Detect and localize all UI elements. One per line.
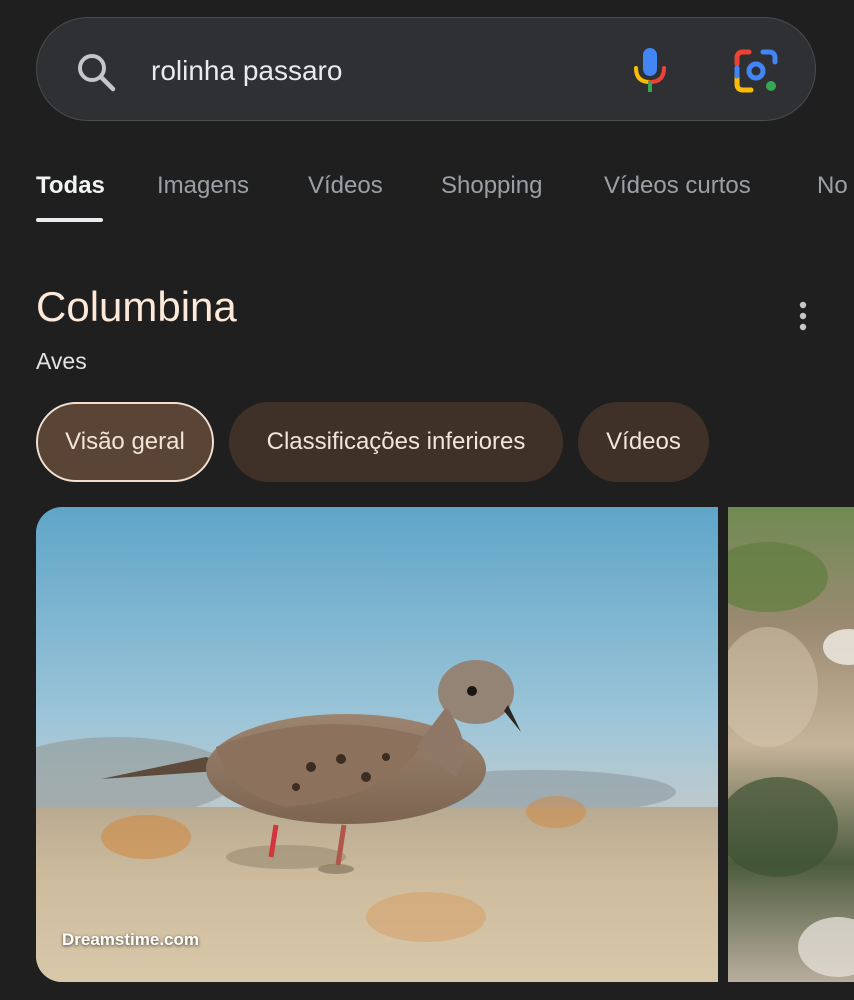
search-tabs: Todas Imagens Vídeos Shopping Vídeos cur…: [0, 160, 854, 230]
tab-videos-curtos[interactable]: Vídeos curtos: [604, 172, 751, 200]
tab-todas[interactable]: Todas: [36, 172, 105, 200]
tab-noticias-partial[interactable]: No: [817, 172, 848, 200]
search-input[interactable]: rolinha passaro: [151, 52, 342, 90]
entity-title: Columbina: [36, 283, 237, 330]
chip-classificacoes-inferiores[interactable]: Classificações inferiores: [229, 402, 563, 482]
mic-icon[interactable]: [630, 46, 670, 96]
entity-subtitle: Aves: [36, 348, 87, 374]
google-lens-icon[interactable]: [733, 48, 779, 94]
tab-imagens[interactable]: Imagens: [157, 172, 249, 200]
chip-videos[interactable]: Vídeos: [578, 402, 709, 482]
bird-photo-2[interactable]: [728, 507, 854, 982]
image-source-label: Dreamstime.com: [62, 930, 200, 949]
chip-visao-geral[interactable]: Visão geral: [36, 402, 214, 482]
bird-photo[interactable]: [36, 507, 718, 982]
more-vert-icon[interactable]: [790, 298, 816, 334]
active-tab-indicator: [36, 218, 103, 222]
search-icon[interactable]: [74, 50, 118, 94]
tab-videos[interactable]: Vídeos: [308, 172, 383, 200]
tab-shopping[interactable]: Shopping: [441, 172, 542, 200]
